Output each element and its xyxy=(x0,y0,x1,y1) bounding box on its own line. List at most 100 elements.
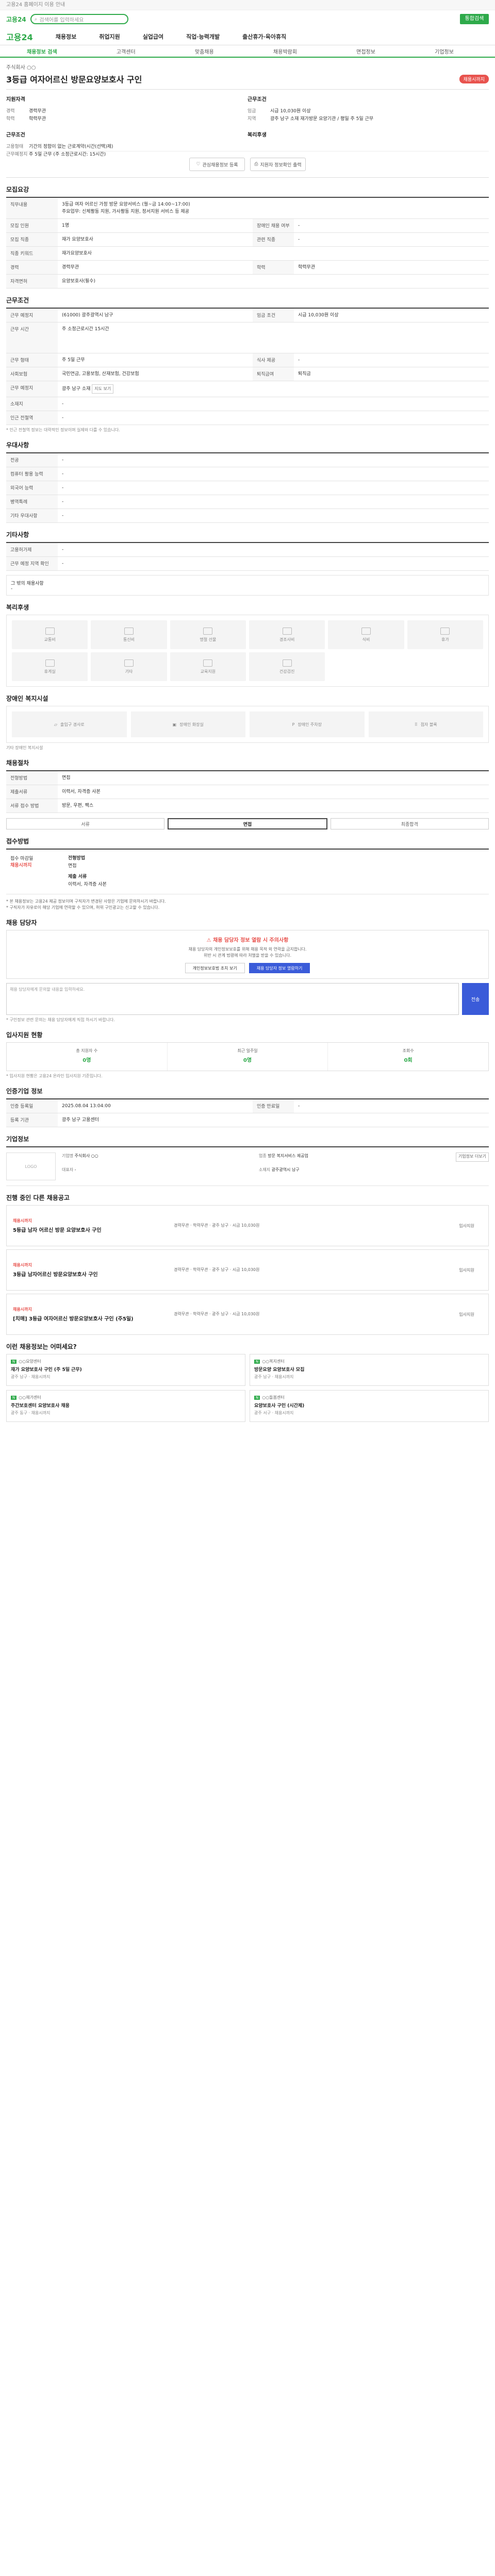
gnb-item[interactable]: 직업·능력개발 xyxy=(186,32,220,41)
row-value: - xyxy=(62,561,64,566)
summary-value: 학력무관 xyxy=(29,116,46,122)
row-value: 요양보호사(필수) xyxy=(62,279,95,284)
welfare-item: 식비 xyxy=(328,620,404,649)
row-value: (61000) 광주광역시 남구 xyxy=(62,313,113,318)
row-label: 고용허가제 xyxy=(6,543,58,556)
deadline-badge: 채용시까지 xyxy=(459,74,489,83)
welfare-item: 교통비 xyxy=(12,620,88,649)
section-title: 우대사항 xyxy=(6,442,29,449)
row-value: - xyxy=(62,415,64,420)
stat-item: 최근 일주일 0명 xyxy=(168,1043,328,1071)
step-interview: 면접 xyxy=(168,818,327,829)
row-value: - xyxy=(298,358,300,363)
duty-detail: 주요업무: 신체활동 지원, 가사활동 지원, 정서지원 서비스 등 제공 xyxy=(62,209,189,214)
list-item[interactable]: 채용시까지 3등급 남자어르신 방문요양보호사 구인 경력무관 · 학력무관 · … xyxy=(6,1249,489,1291)
bus-icon xyxy=(45,627,55,635)
map-button[interactable]: 지도 보기 xyxy=(92,384,114,394)
parking-icon: P xyxy=(292,722,295,727)
subnav-item[interactable]: 맞춤채용 xyxy=(195,47,214,55)
row-value: 학력무관 xyxy=(298,265,316,270)
gnb-item[interactable]: 출산휴가·육아휴직 xyxy=(242,32,286,41)
info-value: 주식회사 ○○ xyxy=(74,1154,98,1158)
gift-icon xyxy=(203,627,213,635)
badge-icon: N xyxy=(11,1396,17,1400)
rec-card[interactable]: N ○○복지센터 방문요양 요양보호사 모집 광주 남구 · 채용시까지 xyxy=(250,1354,489,1386)
company-more-button[interactable]: 기업정보 더보기 xyxy=(455,1153,489,1162)
job-title: 3등급 여자어르신 방문요양보호사 구인 xyxy=(6,75,142,84)
row-label: 전공 xyxy=(6,453,58,467)
etc-section: 기타사항 고용허가제 - 근무 예정 지역 확인 - 그 밖의 채용사항 - xyxy=(6,530,489,596)
phone-icon xyxy=(124,627,134,635)
row-label: 인증 등록일 xyxy=(6,1099,58,1113)
inquiry-textarea[interactable]: 채용 담당자에게 문의할 내용을 입력하세요. xyxy=(6,983,459,1015)
gnb-item[interactable]: 채용정보 xyxy=(56,32,76,41)
rec-card[interactable]: N ○○돌봄센터 요양보호사 구인 (시간제) 광주 서구 · 채용시까지 xyxy=(250,1390,489,1422)
section-title: 장애인 복지시설 xyxy=(6,695,48,702)
row-label: 경력 xyxy=(6,261,58,274)
row-label: 식사 제공 xyxy=(253,353,294,367)
apply-button[interactable]: 입사지원 xyxy=(451,1267,482,1273)
summary-key: 고용형태 xyxy=(6,144,24,149)
row-value: 재가 요양보호사 xyxy=(62,237,93,242)
row-value: 면접 xyxy=(62,775,71,781)
list-item[interactable]: 채용시까지 [치매] 3등급 여자어르신 방문요양보호사 구인 (주5일) 경력무… xyxy=(6,1294,489,1335)
disability-note: 기타 장애인 복지시설 xyxy=(6,745,43,750)
row-label: 직종 키워드 xyxy=(6,247,58,260)
meal-icon xyxy=(361,627,371,635)
welfare-item: 기타 xyxy=(91,652,167,681)
print-icon: ⎙ xyxy=(254,162,258,167)
brand[interactable]: 고용24 xyxy=(6,30,33,43)
badge-icon: N xyxy=(11,1360,17,1364)
row-label: 자격면허 xyxy=(6,275,58,288)
row-label: 학력 xyxy=(253,261,294,274)
row-value: - xyxy=(298,1104,300,1109)
scrap-button[interactable]: ♡ 관심채용정보 등록 xyxy=(189,158,245,171)
row-value: - xyxy=(298,223,300,228)
row-label: 인증 만료일 xyxy=(253,1099,294,1113)
logo[interactable]: 고용24 xyxy=(6,15,26,24)
row-label: 퇴직금여 xyxy=(253,367,294,381)
view-contact-button[interactable]: 채용 담당자 정보 열람하기 xyxy=(249,963,310,973)
row-value: 이력서, 자격증 사본 xyxy=(62,789,101,794)
print-button[interactable]: ⎙ 지원자 정보확인 출력 xyxy=(250,158,306,171)
apply-button[interactable]: 입사지원 xyxy=(451,1223,482,1229)
subnav-item[interactable]: 면접정보 xyxy=(356,47,375,55)
row-value: - xyxy=(298,237,300,242)
welfare-item: 건강검진 xyxy=(249,652,325,681)
welfare-item: 휴가 xyxy=(407,620,483,649)
row-value: - xyxy=(62,401,64,406)
apply-button[interactable]: 입사지원 xyxy=(451,1312,482,1317)
subnav-item[interactable]: 채용박람회 xyxy=(273,47,297,55)
summary-heading: 근무조건 xyxy=(6,132,25,138)
toilet-icon: ▣ xyxy=(172,722,177,727)
rec-card[interactable]: N ○○요양센터 재가 요양보호사 구인 (주 5일 근무) 광주 남구 · 채용시까… xyxy=(6,1354,245,1386)
ramp-icon: ▱ xyxy=(54,722,57,727)
search-input[interactable]: ⌕ 검색어를 입력하세요 xyxy=(30,14,128,24)
privacy-law-button[interactable]: 개인정보보호법 조치 보기 xyxy=(185,963,245,973)
welfare-item: 교육지원 xyxy=(170,652,246,681)
health-icon xyxy=(282,659,292,667)
row-label: 사회보험 xyxy=(6,367,58,381)
row-value: - xyxy=(62,457,64,463)
period-value: 채용시까지 xyxy=(10,863,32,868)
summary-heading: 지원자격 xyxy=(6,97,25,103)
list-item[interactable]: 채용시까지 5등급 남자 어르신 방문 요양보호사 구인 경력무관 · 학력무관 … xyxy=(6,1205,489,1246)
search-button[interactable]: 통합검색 xyxy=(460,14,489,24)
section-title: 인증기업 정보 xyxy=(6,1088,43,1095)
subnav-item[interactable]: 고객센터 xyxy=(117,47,136,55)
subnav-item[interactable]: 채용정보 검색 xyxy=(27,47,57,55)
gnb-item[interactable]: 취업지원 xyxy=(99,32,120,41)
section-title: 기업정보 xyxy=(6,1136,29,1143)
section-title: 기타사항 xyxy=(6,531,29,538)
subnav-item[interactable]: 기업정보 xyxy=(435,47,454,55)
howto-label: 제출 서류 xyxy=(68,874,87,879)
submit-button[interactable]: 전송 xyxy=(462,983,489,1015)
rec-card[interactable]: N ○○재가센터 주간보호센터 요양보호사 채용 광주 동구 · 채용시까지 xyxy=(6,1390,245,1422)
company-name[interactable]: 주식회사 ○○ xyxy=(6,63,489,71)
gnb-item[interactable]: 실업급여 xyxy=(143,32,163,41)
extra-label: 그 밖의 채용사항 xyxy=(11,581,44,586)
summary-value: 경력무관 xyxy=(29,109,46,114)
row-label: 관련 직종 xyxy=(253,233,294,246)
row-label: 등록 기관 xyxy=(6,1113,58,1127)
row-value: - xyxy=(62,471,64,477)
